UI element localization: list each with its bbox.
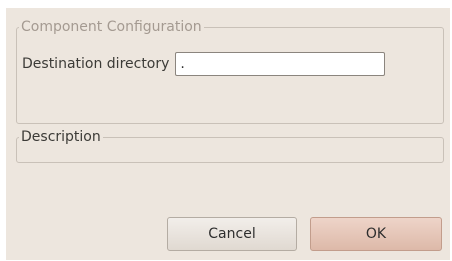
destination-directory-label: Destination directory: [22, 56, 170, 72]
component-configuration-title: Component Configuration: [21, 19, 202, 35]
destination-directory-row: Destination directory: [22, 52, 386, 76]
cancel-button[interactable]: Cancel: [167, 217, 297, 251]
component-configuration-dialog: Component Configuration Destination dire…: [6, 8, 450, 260]
destination-directory-input[interactable]: [175, 52, 386, 76]
description-group: Description: [16, 129, 444, 163]
description-title: Description: [21, 129, 101, 145]
ok-button[interactable]: OK: [310, 217, 442, 251]
